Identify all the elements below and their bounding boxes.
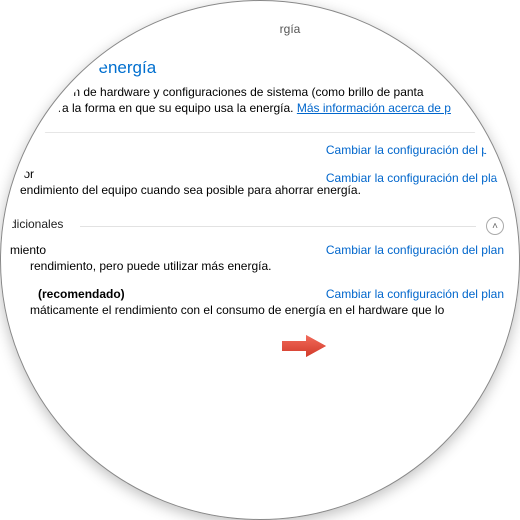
page-title: plan de energía	[38, 58, 520, 78]
additional-plans-group: dicionales ˄	[10, 217, 504, 233]
plan-3-desc: rendimiento, pero puede utilizar más ene…	[30, 259, 504, 273]
desc-text-2: ninistra la forma en que su equipo usa l…	[30, 101, 294, 115]
change-plan-link-2[interactable]: Cambiar la configuración del plan	[326, 171, 504, 185]
highlight-arrow-icon	[282, 335, 326, 357]
plan-4-desc: máticamente el rendimiento con el consum…	[30, 303, 504, 317]
chevron-up-icon: ˄	[492, 221, 498, 232]
group-label: dicionales	[10, 217, 69, 231]
plan-row-3: Cambiar la configuración del plan miento…	[0, 233, 520, 277]
plan-row-2: Cambiar la configuración del plan ador l…	[0, 161, 520, 201]
change-plan-link-1[interactable]: Cambiar la configuración del plan	[326, 143, 504, 157]
change-plan-link-3[interactable]: Cambiar la configuración del plan	[326, 243, 504, 257]
group-divider	[80, 226, 476, 227]
change-plan-link-4[interactable]: Cambiar la configuración del plan	[326, 287, 504, 301]
more-info-link[interactable]: Más información acerca de p	[297, 101, 451, 115]
desc-text-1: colección de hardware y configuraciones …	[30, 85, 424, 99]
plan-row-1: Cambiar la configuración del plan	[0, 133, 520, 161]
plan-row-4: Cambiar la configuración del plan (recom…	[0, 277, 520, 321]
breadcrumb-partial: rgía	[60, 22, 520, 36]
plan-2-desc: l rendimiento del equipo cuando sea posi…	[10, 183, 504, 197]
page-description: colección de hardware y configuraciones …	[30, 84, 500, 116]
